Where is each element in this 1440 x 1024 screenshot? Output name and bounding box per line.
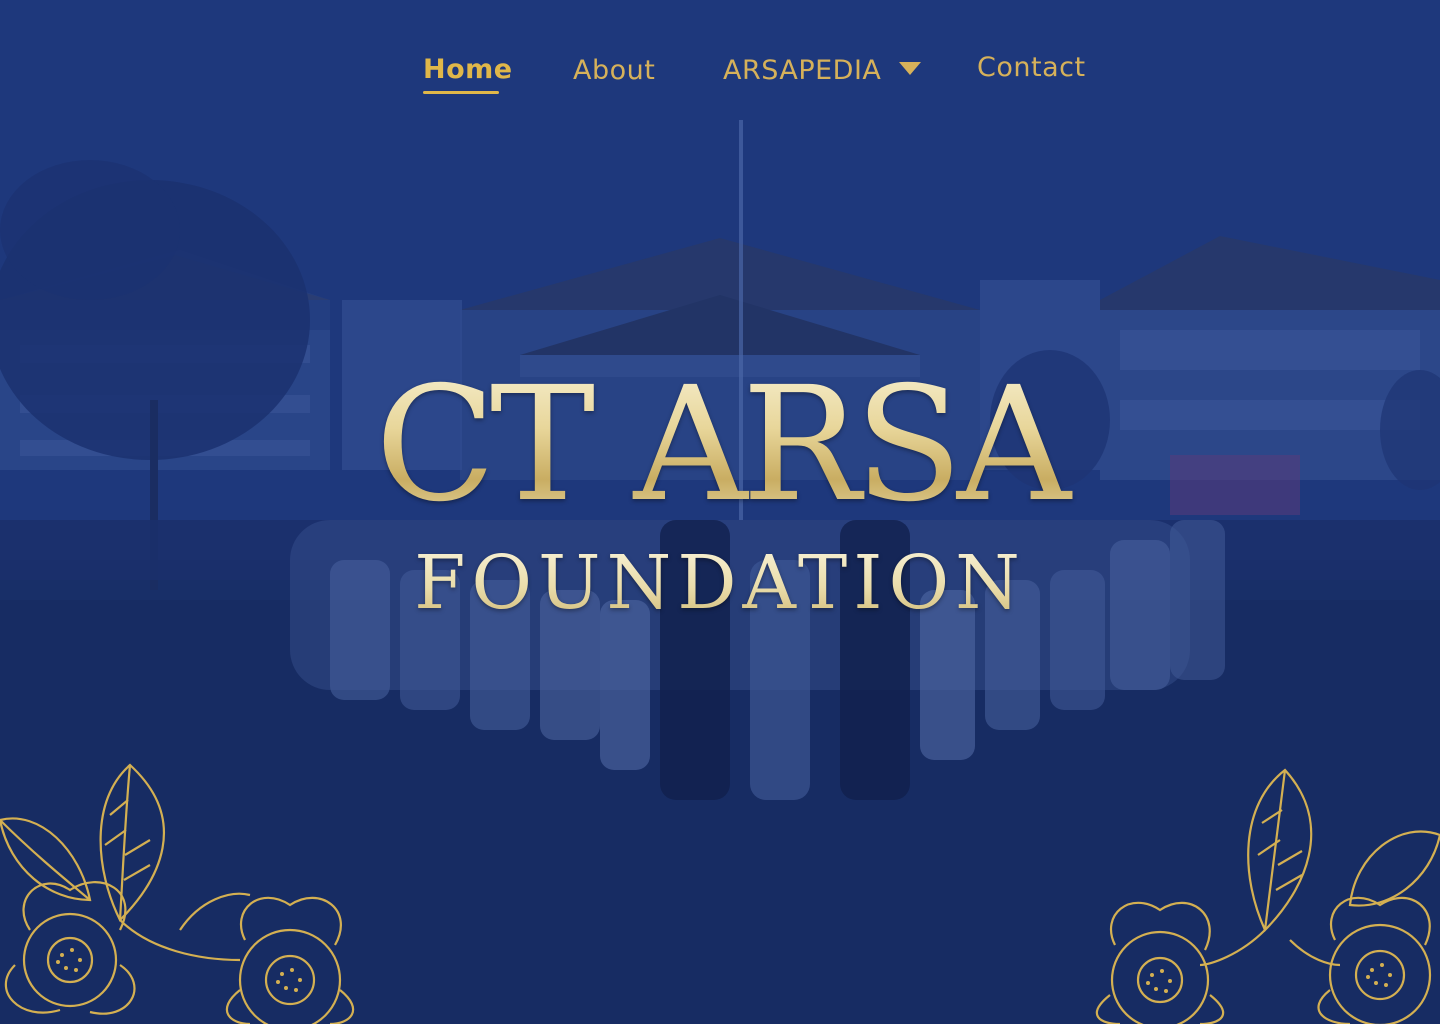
- nav-arsapedia-link[interactable]: ARSAPEDIA: [723, 55, 881, 86]
- logo-subtitle: FOUNDATION: [330, 538, 1110, 628]
- main-navigation: Home About ARSAPEDIA Contact: [0, 0, 1440, 120]
- floral-ornament-right: [1095, 768, 1440, 1024]
- floral-ornament-left: [0, 763, 355, 1024]
- active-nav-indicator: [423, 91, 499, 94]
- hero-page: Home About ARSAPEDIA Contact CT ARSA FOU…: [0, 0, 1440, 1024]
- nav-home-link[interactable]: Home: [423, 54, 513, 85]
- caret-down-icon[interactable]: [899, 62, 921, 75]
- logo-title: CT ARSA: [330, 360, 1110, 530]
- foundation-logo: CT ARSA FOUNDATION: [330, 360, 1110, 640]
- nav-contact-link[interactable]: Contact: [977, 52, 1086, 83]
- nav-about-link[interactable]: About: [573, 55, 655, 86]
